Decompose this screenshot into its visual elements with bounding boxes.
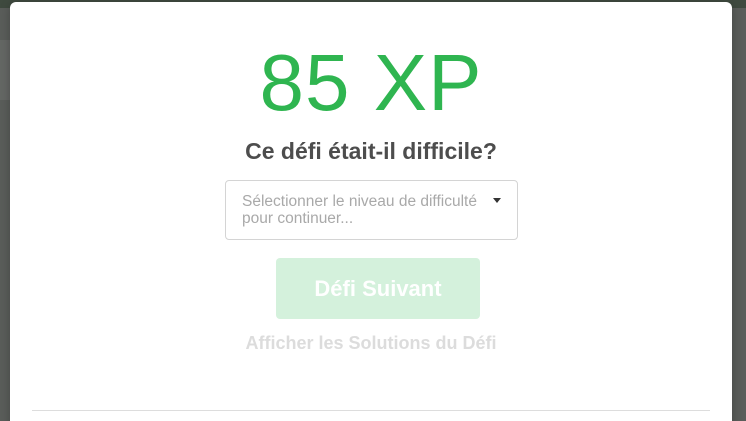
challenge-complete-modal: 85 XP Ce défi était-il difficile? Sélect… [10, 2, 732, 421]
difficulty-select-placeholder: Sélectionner le niveau de difficulté pou… [242, 193, 477, 227]
backdrop-stripe [0, 40, 10, 100]
modal-divider [32, 410, 710, 411]
difficulty-select[interactable]: Sélectionner le niveau de difficulté pou… [225, 180, 518, 240]
caret-down-icon [493, 198, 501, 203]
difficulty-question: Ce défi était-il difficile? [245, 138, 497, 164]
xp-reward: 85 XP [259, 38, 483, 127]
view-solutions-link[interactable]: Afficher les Solutions du Défi [10, 331, 732, 355]
next-challenge-button[interactable]: Défi Suivant [276, 258, 480, 319]
